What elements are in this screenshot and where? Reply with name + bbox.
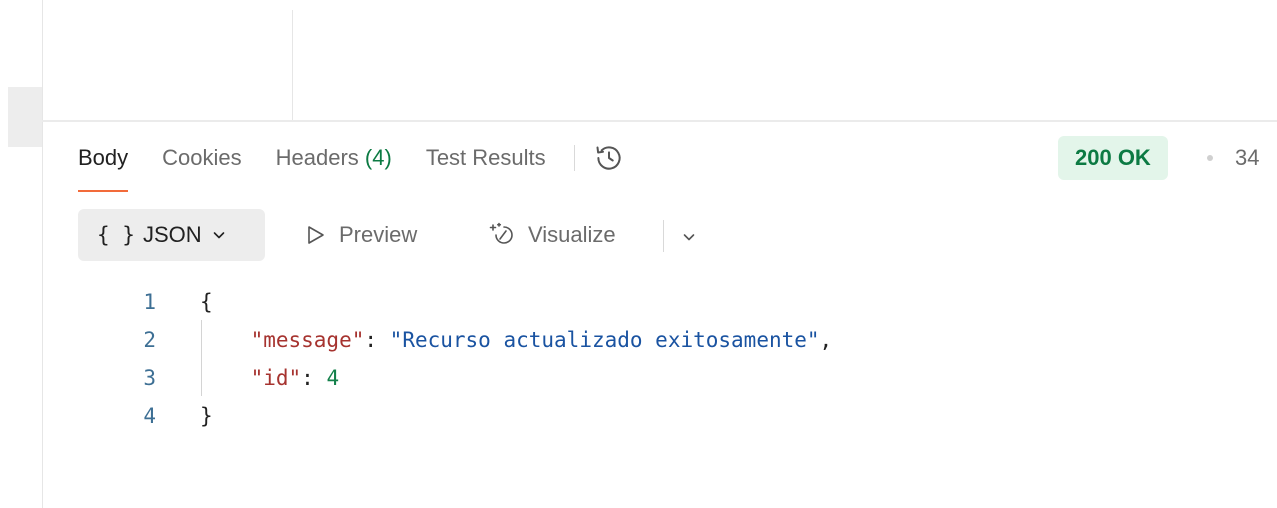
request-pane-divider[interactable] [292,10,293,120]
tabs-separator [573,145,575,171]
code-gutter [156,359,200,397]
tab-cookies-label: Cookies [162,145,242,170]
response-time[interactable]: 34 [1235,142,1277,174]
play-outline-icon [308,226,324,244]
toolbar-separator [663,220,664,252]
code-gutter [156,397,200,435]
headers-count: (4) [364,145,392,170]
response-tabs: Body Cookies Headers (4) Test Results [78,138,625,192]
tab-test-results-label: Test Results [425,145,546,170]
open-brace: { [200,290,213,314]
preview-label: Preview [339,222,418,247]
status-separator-dot [1207,155,1213,161]
json-comma: , [819,328,833,352]
line-number: 3 [143,366,156,390]
code-content: "id": 4 [200,359,340,397]
tab-cookies[interactable]: Cookies [162,138,241,192]
json-colon: : [364,328,390,352]
code-line: 3 "id": 4 [100,359,1200,397]
code-gutter [156,283,200,321]
line-number: 2 [143,328,156,352]
visualize-label: Visualize [528,222,616,247]
tab-headers[interactable]: Headers (4) [276,138,392,192]
tab-headers-label: Headers [275,145,359,170]
format-dropdown[interactable]: { } JSON [78,209,265,261]
response-panel: Body Cookies Headers (4) Test Results 20… [0,0,1277,508]
json-colon: : [301,366,327,390]
status-badge[interactable]: 200 OK [1058,136,1168,180]
tab-body-label: Body [78,145,129,170]
tab-body[interactable]: Body [78,138,129,192]
braces-icon: { } [97,223,135,247]
visualize-options-chevron[interactable] [678,226,700,248]
response-resize-divider[interactable] [42,120,1277,122]
code-gutter [156,321,200,359]
preview-button[interactable]: Preview [305,209,417,261]
line-number: 1 [143,290,156,314]
code-line: 2 "message": "Recurso actualizado exitos… [100,321,1200,359]
left-sidebar-strip [0,0,43,508]
chevron-down-icon [683,234,695,241]
visualize-icon [489,222,513,244]
format-label: JSON [142,222,202,247]
code-content: "message": "Recurso actualizado exitosam… [200,321,833,359]
tab-test-results[interactable]: Test Results [426,138,546,192]
json-key: "message" [250,328,365,352]
code-line: 1 { [100,283,1200,321]
history-icon[interactable] [593,138,625,178]
close-brace: } [200,404,213,428]
json-key: "id" [250,366,302,390]
sidebar-scroll-block[interactable] [8,87,42,147]
response-body-editor[interactable]: 1 { 2 "message": "Recurso actualizado ex… [100,283,1200,435]
line-number: 4 [143,404,156,428]
chevron-down-icon [213,232,224,239]
json-string-value: "Recurso actualizado exitosamente" [389,328,820,352]
json-number-value: 4 [326,366,340,390]
code-line: 4 } [100,397,1200,435]
visualize-button[interactable]: Visualize [488,209,616,261]
